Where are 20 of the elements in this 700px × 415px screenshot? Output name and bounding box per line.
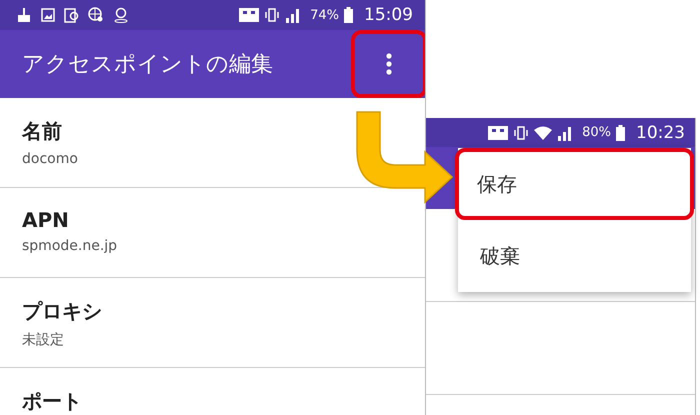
status-time: 15:09: [364, 5, 413, 25]
globe-icon: [88, 7, 104, 23]
wifi-icon: [534, 126, 552, 140]
vibrate-icon: [513, 126, 530, 140]
screen-title: アクセスポイントの編集: [22, 51, 273, 79]
battery-icon: [616, 124, 625, 140]
battery-percent: 80%: [582, 125, 611, 140]
signal-icon: [285, 7, 302, 23]
broom-icon: [16, 7, 32, 23]
overflow-menu-button[interactable]: [351, 30, 425, 98]
menu-item[interactable]: 保存: [455, 148, 694, 220]
battery-icon: [344, 7, 353, 23]
robot-icon: [239, 8, 260, 22]
robot-icon: [488, 126, 508, 140]
vibrate-icon: [264, 8, 280, 22]
signal-icon: [557, 124, 574, 140]
more-icon: [386, 53, 392, 75]
battery-percent: 74%: [310, 8, 339, 22]
image-icon: [41, 8, 55, 22]
status-time: 10:23: [636, 122, 685, 142]
